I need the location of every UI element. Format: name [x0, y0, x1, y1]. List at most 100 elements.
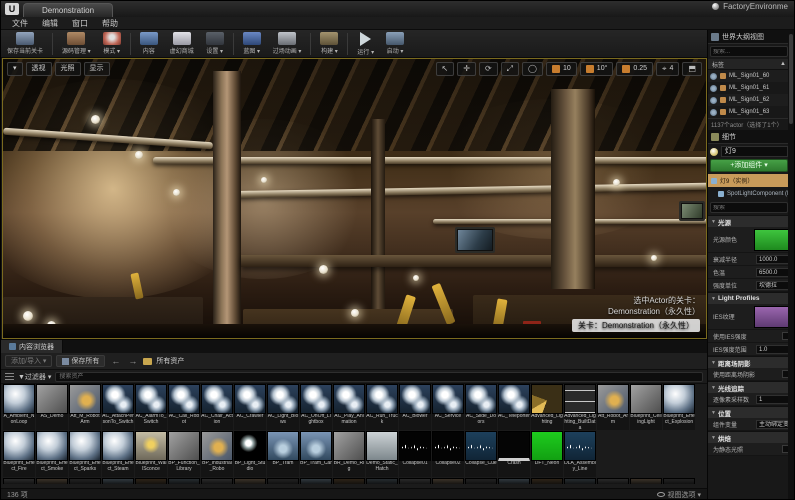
sources-panel-toggle-icon[interactable] — [5, 372, 14, 381]
outliner-row[interactable]: ML_Sign01_62 — [708, 94, 790, 106]
asset-tile-partial[interactable] — [69, 478, 101, 484]
select-tool-icon[interactable]: ↖ — [435, 62, 455, 76]
toolbar-button-9[interactable]: 运行 ▾ — [351, 30, 380, 57]
component-tree-row[interactable]: SpotLightComponent (Light…) — [708, 187, 790, 200]
view-options-button[interactable]: 视图选项 ▾ — [656, 490, 701, 499]
asset-tile-partial[interactable] — [432, 478, 464, 484]
value-field[interactable]: 6500.0 — [756, 267, 790, 277]
outliner-search-input[interactable] — [711, 48, 787, 55]
scale-snap-toggle[interactable]: 0.25 — [616, 62, 654, 76]
asset-tile[interactable]: AC_Run_Truck — [366, 384, 398, 430]
asset-tile-partial[interactable] — [168, 478, 200, 484]
asset-tile[interactable]: AC_AttachPersonTo_Switch — [102, 384, 134, 430]
details-tab[interactable]: 细节 — [708, 130, 790, 144]
asset-tile-partial[interactable] — [267, 478, 299, 484]
value-field[interactable]: 主动绑定变换 — [756, 419, 790, 429]
asset-tile[interactable]: Blueprint_Effect_Steam — [102, 431, 134, 477]
menu-item-1[interactable]: 编辑 — [35, 18, 65, 29]
perspective-button[interactable]: 透视 — [25, 62, 52, 76]
asset-tile[interactable]: BP_Tram_Car — [300, 431, 332, 477]
rotation-snap-toggle[interactable]: 10° — [579, 62, 614, 76]
outliner-row[interactable]: ML_Sign01_61 — [708, 82, 790, 94]
move-tool-icon[interactable]: ✛ — [457, 62, 476, 76]
asset-tile[interactable]: Advanced_Lighting_BuiltData — [564, 384, 596, 430]
asset-tile-partial[interactable] — [366, 478, 398, 484]
asset-tile-partial[interactable] — [399, 478, 431, 484]
asset-tile[interactable]: AC_Blower — [399, 384, 431, 430]
save-all-button[interactable]: 保存所有 — [56, 355, 106, 367]
menu-item-2[interactable]: 窗口 — [65, 18, 95, 29]
asset-tile[interactable]: AC_Light_Blows — [267, 384, 299, 430]
toolbar-button-8[interactable]: 构建 ▾ — [314, 30, 344, 57]
toolbar-button-1[interactable]: 源码管理 ▾ — [56, 30, 97, 57]
toolbar-button-5[interactable]: 设置 ▾ — [200, 30, 230, 57]
asset-tile-partial[interactable] — [36, 478, 68, 484]
breadcrumb-path[interactable]: 所有资产 — [156, 356, 184, 366]
visibility-eye-icon[interactable] — [710, 96, 717, 104]
rotate-tool-icon[interactable]: ⟳ — [478, 62, 498, 76]
camera-speed-button[interactable]: ⌖ 4 — [656, 62, 680, 76]
asset-tile[interactable]: AC_Play_Animation — [333, 384, 365, 430]
forward-button[interactable]: → — [126, 356, 139, 366]
asset-tile[interactable]: DLA_Assembly_Line — [564, 431, 596, 477]
world-outliner-tab[interactable]: 世界大纲视图 — [708, 30, 790, 44]
asset-tile[interactable]: BP_Tram — [267, 431, 299, 477]
asset-tile[interactable]: Crash — [498, 431, 530, 477]
asset-tile-partial[interactable] — [201, 478, 233, 484]
asset-tile-partial[interactable] — [564, 478, 596, 484]
asset-tile[interactable]: Blueprint_Effect_Explosion — [663, 384, 695, 430]
outliner-row[interactable]: ML_Sign01_63 — [708, 106, 790, 118]
back-button[interactable]: ← — [109, 356, 122, 366]
asset-tile[interactable]: AC_AlarmTo_Switch — [135, 384, 167, 430]
menu-item-0[interactable]: 文件 — [5, 18, 35, 29]
asset-tile-partial[interactable] — [465, 478, 497, 484]
filters-button[interactable]: ▼过滤器 ▾ — [18, 372, 51, 382]
visibility-eye-icon[interactable] — [710, 72, 717, 80]
visibility-eye-icon[interactable] — [710, 84, 717, 92]
category-header[interactable]: ▼ 光线追踪 — [708, 381, 790, 393]
asset-tile[interactable]: Blueprint_Effect_Fire — [3, 431, 35, 477]
asset-tile[interactable]: BP_Light_Studio — [234, 431, 266, 477]
actor-name-field[interactable]: 灯9 — [721, 146, 788, 157]
maximize-viewport-button[interactable]: ⬒ — [682, 62, 702, 76]
asset-tile[interactable]: Blueprint_CeilingLight — [630, 384, 662, 430]
visibility-eye-icon[interactable] — [710, 108, 717, 116]
toolbar-button-0[interactable]: 保存当前关卡 — [1, 30, 49, 57]
asset-tile[interactable]: Collapse01 — [399, 431, 431, 477]
asset-tile[interactable]: Advanced_Lighting — [531, 384, 563, 430]
asset-tile-partial[interactable] — [3, 478, 35, 484]
outliner-column-header[interactable]: 标签 ▲ — [708, 59, 790, 70]
sort-icon[interactable]: ▲ — [780, 61, 786, 67]
asset-tile[interactable]: BP_Industrial_Robo — [201, 431, 233, 477]
asset-tile[interactable]: AC_Chair_Action — [201, 384, 233, 430]
asset-tile[interactable]: A_Ambient_NonLoop — [3, 384, 35, 430]
details-search-input[interactable] — [711, 204, 787, 211]
asset-tile[interactable]: AC_Call_Robot — [168, 384, 200, 430]
asset-tile-partial[interactable] — [333, 478, 365, 484]
asset-tile[interactable]: DFT_Neon — [531, 431, 563, 477]
scale-tool-icon[interactable]: ⤢ — [500, 62, 520, 76]
details-search[interactable] — [710, 202, 788, 213]
outliner-row[interactable]: ML_Sign01_60 — [708, 70, 790, 82]
viewport-options-button[interactable]: ▾ — [7, 62, 23, 76]
toolbar-button-4[interactable]: 虚幻商城 — [164, 30, 200, 57]
asset-tile[interactable]: AC_Slide_Doors — [465, 384, 497, 430]
asset-tile[interactable]: Blueprint_WallSconce — [135, 431, 167, 477]
toolbar-button-6[interactable]: 蓝图 ▾ — [237, 30, 267, 57]
component-tree-row[interactable]: 灯9（实例） — [708, 174, 790, 187]
asset-tile-partial[interactable] — [300, 478, 332, 484]
toolbar-button-3[interactable]: 内容 — [134, 30, 164, 57]
category-header[interactable]: ▼ 光源 — [708, 215, 790, 227]
world-local-toggle-icon[interactable]: ◯ — [522, 62, 543, 76]
asset-tile-partial[interactable] — [630, 478, 662, 484]
asset-tile[interactable]: BR_Demo_Rig — [333, 431, 365, 477]
asset-tile[interactable]: AC_OnOff_Lightbox — [300, 384, 332, 430]
level-editor-tab[interactable]: Demonstration — [23, 3, 114, 17]
asset-tile[interactable]: AC_Service — [432, 384, 464, 430]
category-header[interactable]: ▼ Light Profiles — [708, 292, 790, 304]
value-field[interactable]: 坎德拉 — [756, 280, 790, 290]
asset-tile-partial[interactable] — [102, 478, 134, 484]
asset-tile[interactable]: AC_Teleporter — [498, 384, 530, 430]
value-field[interactable]: 1.0 — [756, 344, 790, 354]
color-swatch[interactable] — [754, 228, 790, 251]
